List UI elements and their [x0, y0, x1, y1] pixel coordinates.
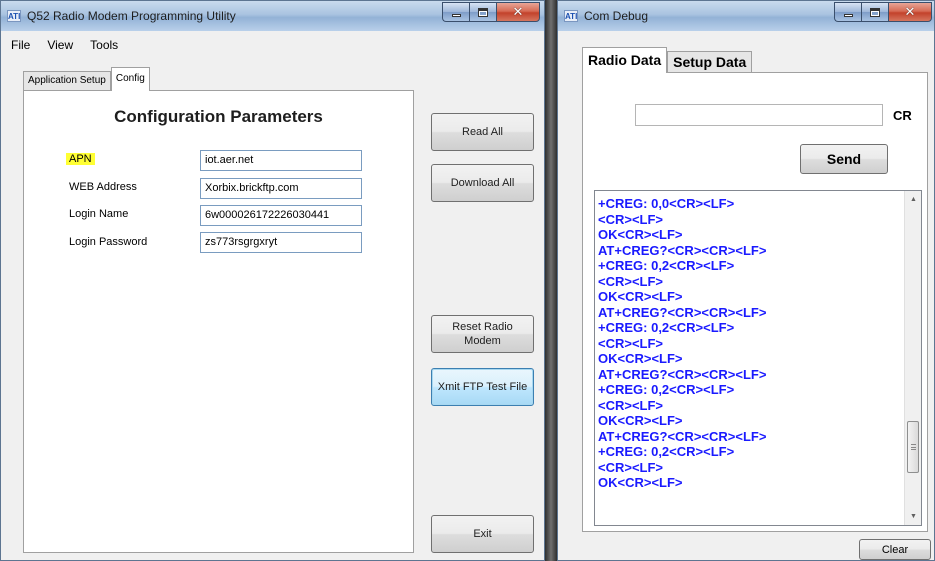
window-controls: ✕ [834, 2, 932, 22]
close-icon: ✕ [512, 4, 524, 20]
log-line: <CR><LF> [598, 397, 664, 413]
log-line: OK<CR><LF> [598, 413, 683, 428]
scroll-down-icon[interactable]: ▼ [905, 508, 921, 525]
login-name-label: Login Name [69, 208, 129, 220]
config-panel: Configuration Parameters APN iot.aer.net… [23, 90, 414, 553]
send-button[interactable]: Send [800, 144, 888, 174]
apn-label: APN [66, 153, 95, 165]
exit-button[interactable]: Exit [431, 515, 534, 553]
radio-data-log[interactable]: +CREG: 0,0<CR><LF> <CR><LF> OK<CR><LF> AT+C… [594, 190, 922, 526]
download-all-button[interactable]: Download All [431, 164, 534, 202]
minimize-button[interactable] [834, 2, 861, 22]
login-name-field[interactable]: 6w000026172226030441 [200, 205, 362, 226]
tab-radio-data[interactable]: Radio Data [582, 47, 668, 73]
programming-utility-window: ATI Q52 Radio Modem Programming Utility … [0, 0, 545, 561]
xmit-ftp-test-file-button[interactable]: Xmit FTP Test File [431, 368, 534, 406]
log-line: OK<CR><LF> [598, 227, 683, 242]
page-title: Configuration Parameters [114, 107, 323, 126]
reset-radio-modem-button[interactable]: Reset Radio Modem [431, 315, 534, 353]
log-line: <CR><LF> [598, 459, 664, 475]
login-password-label: Login Password [69, 236, 148, 248]
window-title: Com Debug [584, 9, 649, 23]
log-line: AT+CREG?<CR><CR><LF> [598, 366, 767, 382]
radio-data-panel: CR Send +CREG: 0,0<CR><LF> <CR><LF> OK<CR>… [582, 72, 928, 532]
title-bar[interactable]: ATI Q52 Radio Modem Programming Utility … [1, 1, 544, 31]
close-button[interactable]: ✕ [888, 2, 932, 22]
log-line: AT+CREG?<CR><CR><LF> [598, 428, 767, 444]
minimize-icon [451, 14, 461, 17]
scroll-up-icon[interactable]: ▲ [905, 191, 921, 208]
log-line: <CR><LF> [598, 273, 664, 289]
log-line: OK<CR><LF> [598, 475, 683, 490]
log-line: +CREG: 0,2<CR><LF> [598, 444, 735, 459]
log-line: OK<CR><LF> [598, 289, 683, 304]
com-debug-window: ATI Com Debug ✕ Radio Data Setup Data CR… [557, 0, 935, 561]
log-line: AT+CREG?<CR><CR><LF> [598, 304, 767, 320]
settings-tabs: Application Setup Config [23, 67, 150, 91]
grip-icon [911, 443, 916, 450]
log-lines: +CREG: 0,0<CR><LF> <CR><LF> OK<CR><LF> AT+C… [598, 196, 898, 491]
desktop-background-strip [545, 0, 557, 561]
login-password-field[interactable]: zs773rsgrgxryt [200, 232, 362, 253]
menu-view[interactable]: View [47, 38, 73, 52]
web-address-field[interactable]: Xorbix.brickftp.com [200, 178, 362, 199]
maximize-button[interactable] [469, 2, 496, 22]
cr-label: CR [893, 108, 912, 123]
clear-button[interactable]: Clear [859, 539, 931, 560]
tab-config[interactable]: Config [110, 67, 150, 91]
minimize-icon [843, 14, 853, 17]
maximize-button[interactable] [861, 2, 888, 22]
tab-application-setup[interactable]: Application Setup [23, 71, 111, 91]
log-line: +CREG: 0,2<CR><LF> [598, 320, 735, 335]
minimize-button[interactable] [442, 2, 469, 22]
read-all-button[interactable]: Read All [431, 113, 534, 151]
window-controls: ✕ [442, 2, 540, 22]
app-logo-icon: ATI [7, 10, 21, 22]
maximize-icon [870, 7, 880, 17]
scrollbar-thumb[interactable] [907, 420, 919, 473]
close-button[interactable]: ✕ [496, 2, 540, 22]
tab-setup-data[interactable]: Setup Data [667, 51, 753, 73]
log-line: +CREG: 0,2<CR><LF> [598, 258, 735, 273]
log-line: <CR><LF> [598, 335, 664, 351]
debug-tabs: Radio Data Setup Data [582, 47, 753, 73]
menu-bar: File View Tools [1, 31, 544, 59]
window-title: Q52 Radio Modem Programming Utility [27, 9, 236, 23]
menu-file[interactable]: File [11, 38, 30, 52]
log-line: +CREG: 0,0<CR><LF> [598, 196, 735, 211]
command-input[interactable] [635, 104, 883, 126]
log-line: <CR><LF> [598, 211, 664, 227]
close-icon: ✕ [904, 4, 916, 20]
log-line: OK<CR><LF> [598, 351, 683, 366]
maximize-icon [478, 7, 488, 17]
title-bar[interactable]: ATI Com Debug ✕ [558, 1, 934, 31]
apn-field[interactable]: iot.aer.net [200, 150, 362, 171]
log-scrollbar[interactable]: ▲ ▼ [904, 191, 921, 525]
app-logo-icon: ATI [564, 10, 578, 22]
log-line: +CREG: 0,2<CR><LF> [598, 382, 735, 397]
menu-tools[interactable]: Tools [90, 38, 118, 52]
log-line: AT+CREG?<CR><CR><LF> [598, 242, 767, 258]
web-address-label: WEB Address [69, 181, 137, 193]
